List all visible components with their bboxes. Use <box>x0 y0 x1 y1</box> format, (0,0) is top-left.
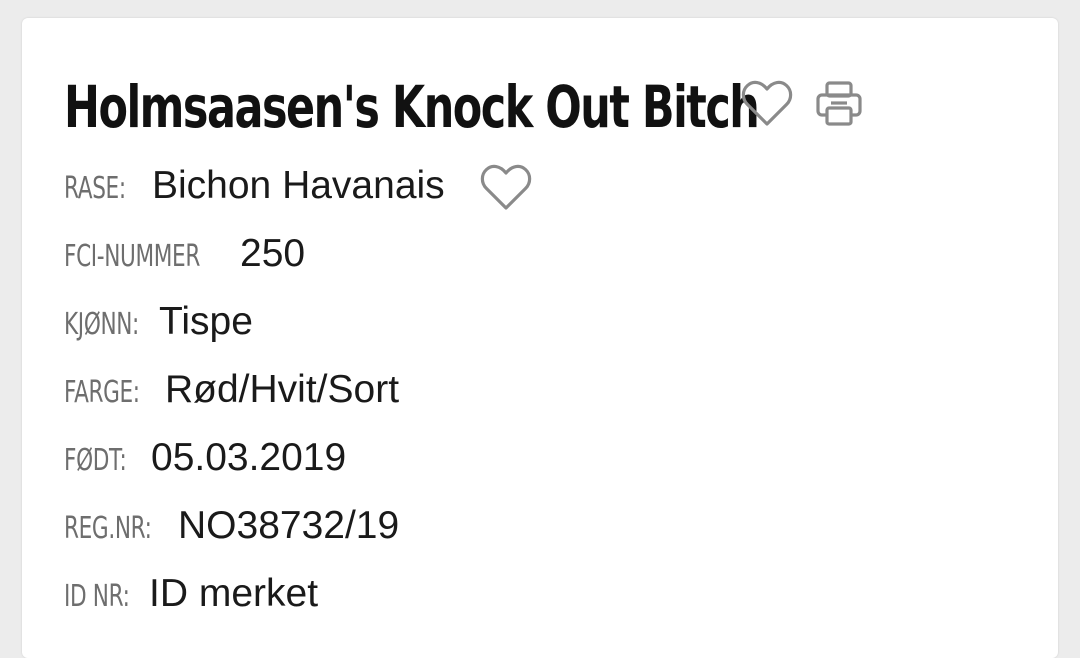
dog-profile-card: Holmsaasen's Knock Out Bitch RASE: Bicho… <box>22 18 1058 658</box>
printer-icon[interactable] <box>815 80 863 128</box>
regnr-value: NO38732/19 <box>178 504 400 547</box>
fci-row: FCI-NUMMER 250 <box>64 232 305 276</box>
born-label: FØDT: <box>64 443 127 478</box>
idnr-label: ID NR: <box>64 579 130 614</box>
dog-name-title: Holmsaasen's Knock Out Bitch <box>64 73 760 141</box>
color-label: FARGE: <box>64 375 140 410</box>
sex-label: KJØNN: <box>64 307 139 342</box>
breed-value[interactable]: Bichon Havanais <box>152 164 445 208</box>
favorite-heart-icon[interactable] <box>741 80 793 128</box>
fci-label: FCI-NUMMER <box>64 239 200 274</box>
idnr-row: ID NR: ID merket <box>64 572 318 616</box>
color-value: Rød/Hvit/Sort <box>165 368 400 411</box>
title-actions <box>741 80 863 128</box>
breed-label: RASE: <box>64 171 126 206</box>
breed-row: RASE: Bichon Havanais <box>64 164 445 208</box>
breed-favorite-heart-icon[interactable] <box>480 164 532 212</box>
sex-value: Tispe <box>159 300 253 343</box>
color-row: FARGE: Rød/Hvit/Sort <box>64 368 399 412</box>
born-value: 05.03.2019 <box>151 436 347 479</box>
idnr-value: ID merket <box>149 572 319 615</box>
sex-row: KJØNN: Tispe <box>64 300 253 344</box>
regnr-label: REG.NR: <box>64 511 152 546</box>
fci-value: 250 <box>240 232 306 275</box>
regnr-row: REG.NR: NO38732/19 <box>64 504 399 548</box>
born-row: FØDT: 05.03.2019 <box>64 436 346 480</box>
